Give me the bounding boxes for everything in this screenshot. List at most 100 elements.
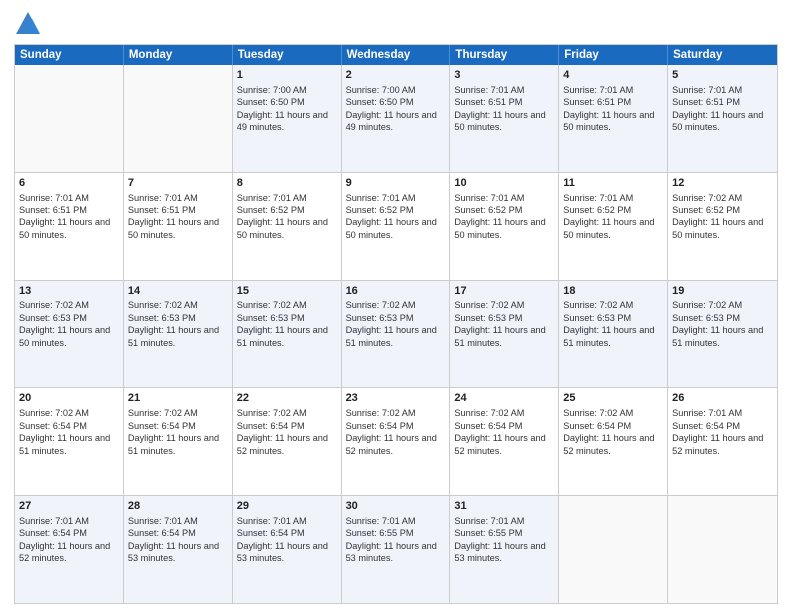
day-number: 3 — [454, 68, 554, 83]
header-day-friday: Friday — [559, 45, 668, 65]
day-info-line: Sunrise: 7:01 AM — [128, 192, 228, 204]
day-info-line: Sunrise: 7:00 AM — [237, 84, 337, 96]
day-cell-13: 13Sunrise: 7:02 AMSunset: 6:53 PMDayligh… — [15, 281, 124, 388]
day-info-line: Daylight: 11 hours and 53 minutes. — [237, 540, 337, 565]
header-day-thursday: Thursday — [450, 45, 559, 65]
day-info-line: Sunrise: 7:02 AM — [128, 299, 228, 311]
day-info-line: Sunset: 6:54 PM — [19, 420, 119, 432]
day-info-line: Sunset: 6:54 PM — [19, 527, 119, 539]
day-number: 8 — [237, 176, 337, 191]
day-info-line: Daylight: 11 hours and 50 minutes. — [454, 216, 554, 241]
day-number: 29 — [237, 499, 337, 514]
day-info-line: Sunset: 6:53 PM — [454, 312, 554, 324]
day-info-line: Sunrise: 7:01 AM — [672, 407, 773, 419]
logo — [14, 10, 46, 38]
day-info-line: Daylight: 11 hours and 51 minutes. — [563, 324, 663, 349]
day-cell-12: 12Sunrise: 7:02 AMSunset: 6:52 PMDayligh… — [668, 173, 777, 280]
day-number: 20 — [19, 391, 119, 406]
day-info-line: Daylight: 11 hours and 53 minutes. — [128, 540, 228, 565]
day-cell-5: 5Sunrise: 7:01 AMSunset: 6:51 PMDaylight… — [668, 65, 777, 172]
day-info-line: Sunrise: 7:02 AM — [237, 299, 337, 311]
day-info-line: Sunset: 6:54 PM — [237, 420, 337, 432]
day-info-line: Sunset: 6:53 PM — [672, 312, 773, 324]
day-info-line: Daylight: 11 hours and 52 minutes. — [563, 432, 663, 457]
day-info-line: Sunrise: 7:02 AM — [19, 299, 119, 311]
day-cell-25: 25Sunrise: 7:02 AMSunset: 6:54 PMDayligh… — [559, 388, 668, 495]
day-info-line: Sunrise: 7:02 AM — [346, 407, 446, 419]
day-info-line: Sunset: 6:55 PM — [454, 527, 554, 539]
day-info-line: Sunrise: 7:01 AM — [563, 192, 663, 204]
day-info-line: Sunset: 6:51 PM — [19, 204, 119, 216]
day-info-line: Sunrise: 7:01 AM — [19, 515, 119, 527]
header-day-sunday: Sunday — [15, 45, 124, 65]
calendar-body: 1Sunrise: 7:00 AMSunset: 6:50 PMDaylight… — [15, 65, 777, 603]
day-info-line: Daylight: 11 hours and 52 minutes. — [237, 432, 337, 457]
day-info-line: Daylight: 11 hours and 50 minutes. — [128, 216, 228, 241]
day-info-line: Daylight: 11 hours and 52 minutes. — [346, 432, 446, 457]
day-info-line: Sunrise: 7:01 AM — [19, 192, 119, 204]
day-info-line: Sunrise: 7:01 AM — [346, 192, 446, 204]
day-cell-31: 31Sunrise: 7:01 AMSunset: 6:55 PMDayligh… — [450, 496, 559, 603]
day-info-line: Sunset: 6:54 PM — [128, 527, 228, 539]
week-row-4: 27Sunrise: 7:01 AMSunset: 6:54 PMDayligh… — [15, 495, 777, 603]
day-cell-22: 22Sunrise: 7:02 AMSunset: 6:54 PMDayligh… — [233, 388, 342, 495]
day-cell-7: 7Sunrise: 7:01 AMSunset: 6:51 PMDaylight… — [124, 173, 233, 280]
day-info-line: Sunset: 6:54 PM — [672, 420, 773, 432]
day-info-line: Daylight: 11 hours and 50 minutes. — [19, 324, 119, 349]
day-number: 19 — [672, 284, 773, 299]
day-cell-8: 8Sunrise: 7:01 AMSunset: 6:52 PMDaylight… — [233, 173, 342, 280]
day-cell-10: 10Sunrise: 7:01 AMSunset: 6:52 PMDayligh… — [450, 173, 559, 280]
day-info-line: Daylight: 11 hours and 50 minutes. — [19, 216, 119, 241]
day-info-line: Daylight: 11 hours and 51 minutes. — [454, 324, 554, 349]
day-info-line: Sunset: 6:53 PM — [19, 312, 119, 324]
day-number: 22 — [237, 391, 337, 406]
day-info-line: Sunrise: 7:01 AM — [454, 192, 554, 204]
empty-cell-4-5 — [559, 496, 668, 603]
day-number: 27 — [19, 499, 119, 514]
day-info-line: Sunrise: 7:00 AM — [346, 84, 446, 96]
day-info-line: Sunrise: 7:01 AM — [672, 84, 773, 96]
day-number: 24 — [454, 391, 554, 406]
day-number: 31 — [454, 499, 554, 514]
week-row-0: 1Sunrise: 7:00 AMSunset: 6:50 PMDaylight… — [15, 65, 777, 172]
day-number: 14 — [128, 284, 228, 299]
day-info-line: Sunset: 6:51 PM — [454, 96, 554, 108]
day-info-line: Daylight: 11 hours and 52 minutes. — [672, 432, 773, 457]
logo-icon — [14, 10, 42, 38]
day-info-line: Sunset: 6:53 PM — [563, 312, 663, 324]
day-info-line: Sunset: 6:53 PM — [128, 312, 228, 324]
day-info-line: Daylight: 11 hours and 50 minutes. — [454, 109, 554, 134]
day-info-line: Daylight: 11 hours and 50 minutes. — [346, 216, 446, 241]
day-info-line: Daylight: 11 hours and 50 minutes. — [672, 216, 773, 241]
day-number: 30 — [346, 499, 446, 514]
day-info-line: Daylight: 11 hours and 50 minutes. — [563, 216, 663, 241]
day-number: 26 — [672, 391, 773, 406]
day-number: 6 — [19, 176, 119, 191]
day-info-line: Daylight: 11 hours and 51 minutes. — [346, 324, 446, 349]
day-info-line: Sunset: 6:52 PM — [346, 204, 446, 216]
day-cell-20: 20Sunrise: 7:02 AMSunset: 6:54 PMDayligh… — [15, 388, 124, 495]
day-cell-21: 21Sunrise: 7:02 AMSunset: 6:54 PMDayligh… — [124, 388, 233, 495]
day-info-line: Sunset: 6:54 PM — [237, 527, 337, 539]
day-cell-27: 27Sunrise: 7:01 AMSunset: 6:54 PMDayligh… — [15, 496, 124, 603]
day-number: 28 — [128, 499, 228, 514]
day-cell-30: 30Sunrise: 7:01 AMSunset: 6:55 PMDayligh… — [342, 496, 451, 603]
day-info-line: Sunrise: 7:01 AM — [454, 84, 554, 96]
day-info-line: Sunset: 6:52 PM — [237, 204, 337, 216]
day-info-line: Sunset: 6:53 PM — [237, 312, 337, 324]
empty-cell-4-6 — [668, 496, 777, 603]
empty-cell-0-1 — [124, 65, 233, 172]
header-day-wednesday: Wednesday — [342, 45, 451, 65]
day-info-line: Daylight: 11 hours and 51 minutes. — [19, 432, 119, 457]
day-info-line: Daylight: 11 hours and 51 minutes. — [672, 324, 773, 349]
day-cell-26: 26Sunrise: 7:01 AMSunset: 6:54 PMDayligh… — [668, 388, 777, 495]
day-info-line: Sunset: 6:52 PM — [563, 204, 663, 216]
day-cell-1: 1Sunrise: 7:00 AMSunset: 6:50 PMDaylight… — [233, 65, 342, 172]
day-info-line: Sunrise: 7:02 AM — [454, 407, 554, 419]
day-number: 2 — [346, 68, 446, 83]
day-cell-23: 23Sunrise: 7:02 AMSunset: 6:54 PMDayligh… — [342, 388, 451, 495]
day-info-line: Daylight: 11 hours and 49 minutes. — [237, 109, 337, 134]
day-number: 12 — [672, 176, 773, 191]
day-info-line: Daylight: 11 hours and 52 minutes. — [454, 432, 554, 457]
day-cell-2: 2Sunrise: 7:00 AMSunset: 6:50 PMDaylight… — [342, 65, 451, 172]
